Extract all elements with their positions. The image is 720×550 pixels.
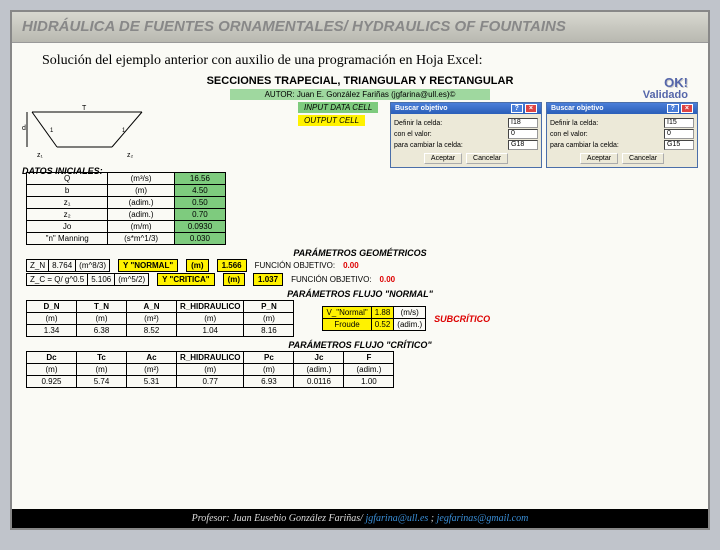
cancel-button[interactable]: Cancelar xyxy=(466,153,508,164)
legend-output: OUTPUT CELL xyxy=(298,115,365,126)
email-link-1[interactable]: jgfarina@ull.es xyxy=(365,513,428,524)
worksheet-area: OK! Validado SECCIONES TRAPECIAL, TRIANG… xyxy=(12,75,708,388)
intro-text: Solución del ejemplo anterior con auxili… xyxy=(12,43,708,73)
params-normal-title: PARÁMETROS FLUJO "NORMAL" xyxy=(22,289,698,299)
initial-data-table: Q(m³/s)16.56 b(m)4.50 z₁(adim.)0.50 z₂(a… xyxy=(26,172,226,245)
datos-iniciales-label: DATOS INICIALES: xyxy=(22,166,152,176)
svg-text:z₁: z₁ xyxy=(37,152,44,159)
svg-text:d: d xyxy=(22,125,26,132)
cancel-button[interactable]: Cancelar xyxy=(622,153,664,164)
critical-flow-table: DcTcAcR_HIDRAULICOPcJcF (m)(m)(m²)(m)(m)… xyxy=(26,351,394,388)
dialog-title: Buscar objetivo xyxy=(551,105,604,112)
ok-badge: OK! xyxy=(664,75,688,90)
y-normal-value: 1.566 xyxy=(217,259,247,272)
footer: Profesor: Juan Eusebio González Fariñas/… xyxy=(12,509,708,528)
banner-text: HIDRÁULICA DE FUENTES ORNAMENTALES/ HYDR… xyxy=(22,18,566,35)
title-banner: HIDRÁULICA DE FUENTES ORNAMENTALES/ HYDR… xyxy=(12,12,708,43)
params-geo-title: PARÁMETROS GEOMÉTRICOS xyxy=(22,248,698,258)
svg-text:T: T xyxy=(82,105,87,112)
to-value-field[interactable]: 0 xyxy=(664,129,694,139)
subcritico-label: SUBCRÍTICO xyxy=(434,314,490,324)
y-critica-label: Y "CRITICA" xyxy=(157,273,214,286)
accept-button[interactable]: Aceptar xyxy=(580,153,618,164)
set-cell-field[interactable]: I18 xyxy=(508,118,538,128)
y-normal-label: Y "NORMAL" xyxy=(118,259,178,272)
goal-seek-dialog-1: Buscar objetivo?× Definir la celda:I18 c… xyxy=(390,102,542,168)
changing-cell-field[interactable]: G15 xyxy=(664,140,694,150)
help-icon[interactable]: ? xyxy=(667,104,679,113)
normal-flow-table: D_NT_NA_NR_HIDRAULICOP_N (m)(m)(m²)(m)(m… xyxy=(26,300,294,337)
objective-value-1: 0.00 xyxy=(343,261,359,270)
section-sketch: T d z₁ z₂ 1 1 DATOS INICIALES: xyxy=(22,102,152,172)
close-icon[interactable]: × xyxy=(525,104,537,113)
svg-text:z₂: z₂ xyxy=(127,152,134,159)
changing-cell-field[interactable]: G18 xyxy=(508,140,538,150)
accept-button[interactable]: Aceptar xyxy=(424,153,462,164)
svg-text:1: 1 xyxy=(50,128,54,134)
email-link-2[interactable]: jegfarinas@gmail.com xyxy=(437,513,529,524)
objective-value-2: 0.00 xyxy=(380,275,396,284)
to-value-field[interactable]: 0 xyxy=(508,129,538,139)
close-icon[interactable]: × xyxy=(681,104,693,113)
validated-badge: Validado xyxy=(643,89,688,101)
goal-seek-dialog-2: Buscar objetivo?× Definir la celda:I15 c… xyxy=(546,102,698,168)
y-critica-value: 1.037 xyxy=(253,273,283,286)
legend-input: INPUT DATA CELL xyxy=(298,102,378,113)
set-cell-field[interactable]: I15 xyxy=(664,118,694,128)
author-line: AUTOR: Juan E. González Fariñas (jgfarin… xyxy=(230,89,490,100)
dialog-title: Buscar objetivo xyxy=(395,105,448,112)
worksheet-title: SECCIONES TRAPECIAL, TRIANGULAR Y RECTAN… xyxy=(22,75,698,87)
params-critico-title: PARÁMETROS FLUJO "CRÍTICO" xyxy=(22,340,698,350)
help-icon[interactable]: ? xyxy=(511,104,523,113)
